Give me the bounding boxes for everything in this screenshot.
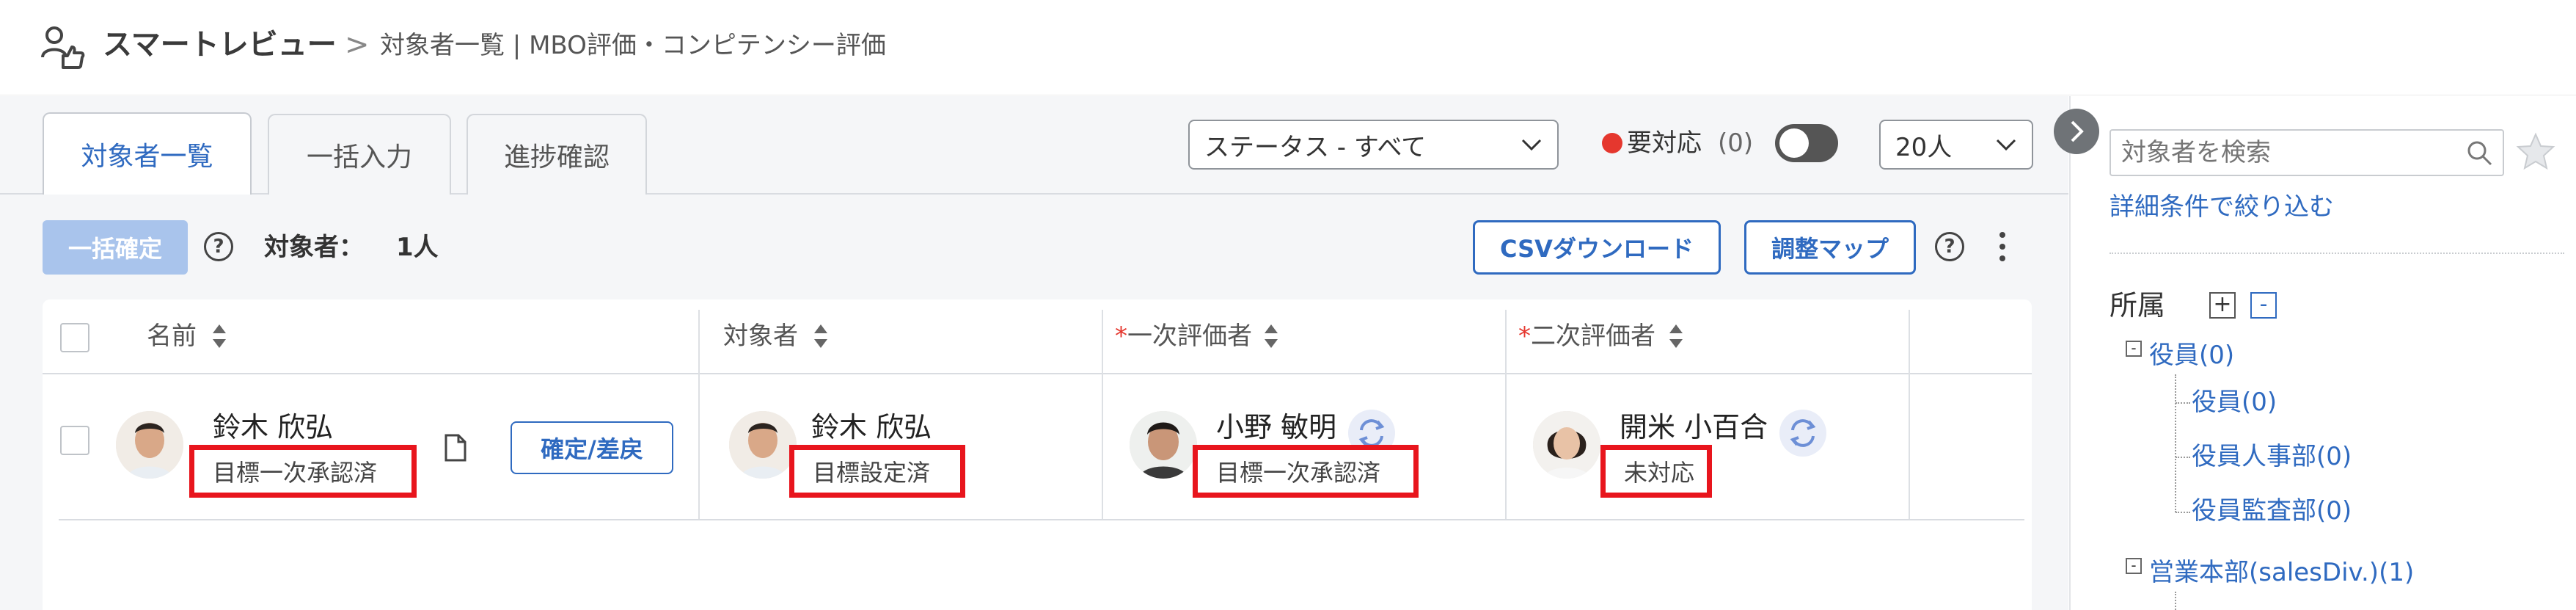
select-all-checkbox[interactable] [60, 323, 89, 352]
tab-label: 対象者一覧 [81, 142, 213, 172]
swap-evaluator-icon[interactable] [1779, 410, 1826, 457]
page-size-select[interactable]: 20人 [1879, 120, 2033, 170]
sort-icon[interactable] [1263, 322, 1279, 351]
expand-all-button[interactable]: + [2209, 292, 2236, 319]
panel-divider [2110, 253, 2564, 254]
column-divider [1102, 310, 1103, 520]
affiliation-label: 所属 [2110, 289, 2166, 322]
column-divider [1909, 310, 1910, 520]
target-search-input[interactable] [2110, 129, 2504, 176]
column-header-label: 二次評価者 [1531, 322, 1655, 351]
breadcrumb-separator: > [345, 28, 370, 62]
collapse-all-button[interactable]: - [2250, 292, 2277, 319]
detail-filter-link[interactable]: 詳細条件で絞り込む [2110, 189, 2334, 225]
favorite-star-icon[interactable] [2514, 131, 2557, 173]
breadcrumb-current-page: 対象者一覧 | MBO評価・コンピテンシー評価 [380, 31, 886, 60]
tree-connector [2176, 402, 2190, 404]
needs-action-count: (0) [1718, 128, 1754, 158]
toggle-knob [1779, 128, 1809, 158]
tree-connector [2175, 374, 2176, 512]
tree-connector [2175, 592, 2176, 610]
tree-toggle[interactable]: - [2126, 341, 2142, 357]
sort-icon[interactable] [813, 322, 829, 351]
row-divider [59, 519, 2024, 520]
tree-toggle[interactable]: - [2126, 558, 2142, 574]
name-status-badge: 目標一次承認済 [189, 445, 417, 498]
column-header-first-evaluator[interactable]: *一次評価者 [1115, 319, 1252, 354]
avatar [1130, 411, 1197, 479]
column-header-second-evaluator[interactable]: *二次評価者 [1518, 319, 1655, 354]
target-status-badge: 目標設定済 [789, 445, 965, 498]
sort-icon[interactable] [211, 322, 227, 351]
help-icon[interactable]: ? [1935, 232, 1964, 261]
adjust-map-button[interactable]: 調整マップ [1744, 220, 1916, 275]
app-title[interactable]: スマートレビュー [103, 25, 337, 65]
smart-review-logo-icon [38, 22, 89, 73]
tree-node-sales-division[interactable]: 営業本部(salesDiv.)(1) [2149, 555, 2414, 590]
help-icon[interactable]: ? [204, 232, 233, 261]
chevron-right-icon [2071, 120, 2084, 142]
required-mark: * [1518, 322, 1531, 351]
avatar [729, 411, 797, 479]
column-header-target[interactable]: 対象者 [723, 319, 798, 354]
tree-node-executive-hr[interactable]: 役員人事部(0) [2192, 439, 2352, 474]
collapse-panel-button[interactable] [2054, 109, 2099, 154]
second-evaluator-status-badge: 未対応 [1600, 445, 1712, 498]
avatar [1533, 411, 1600, 479]
second-evaluator-name[interactable]: 開米 小百合 [1620, 408, 1768, 446]
required-mark: * [1115, 322, 1127, 351]
tab-label: 進捗確認 [503, 142, 610, 173]
chevron-down-icon [1521, 139, 1542, 151]
page-size-value: 20人 [1895, 132, 1953, 162]
chevron-down-icon [1996, 139, 2016, 151]
tree-connector [2176, 512, 2190, 513]
avatar [116, 411, 183, 479]
document-icon[interactable] [443, 433, 468, 462]
tree-node-executive[interactable]: 役員(0) [2192, 385, 2277, 420]
tab-bulk-input[interactable]: 一括入力 [268, 114, 451, 195]
needs-action-dot-icon [1602, 133, 1622, 153]
column-divider [698, 310, 700, 520]
status-filter-value: ステータス - すべて [1204, 132, 1427, 162]
column-header-label: 一次評価者 [1127, 322, 1252, 351]
tree-node-executive-audit[interactable]: 役員監査部(0) [2192, 493, 2352, 529]
target-name[interactable]: 鈴木 欣弘 [811, 408, 932, 446]
target-count-value: 1人 [396, 233, 439, 262]
tree-node-executives[interactable]: 役員(0) [2149, 338, 2234, 373]
row-checkbox[interactable] [60, 426, 89, 455]
status-filter-select[interactable]: ステータス - すべて [1188, 120, 1559, 170]
column-header-name[interactable]: 名前 [147, 319, 197, 354]
more-menu-icon[interactable] [1995, 229, 2010, 264]
column-divider [1505, 310, 1507, 520]
table-header [43, 299, 2032, 374]
needs-action-label: 要対応 [1627, 128, 1702, 158]
target-count-label: 対象者： [264, 233, 364, 262]
csv-download-button[interactable]: CSVダウンロード [1473, 220, 1721, 275]
bulk-confirm-button[interactable]: 一括確定 [43, 220, 188, 275]
tab-progress-check[interactable]: 進捗確認 [466, 114, 647, 195]
sort-icon[interactable] [1668, 322, 1684, 351]
first-evaluator-name[interactable]: 小野 敏明 [1216, 408, 1336, 446]
search-icon[interactable] [2465, 138, 2494, 167]
tab-target-list[interactable]: 対象者一覧 [43, 112, 252, 195]
first-evaluator-status-badge: 目標一次承認済 [1193, 445, 1419, 498]
tab-label: 一括入力 [306, 142, 412, 173]
employee-name[interactable]: 鈴木 欣弘 [213, 408, 333, 446]
confirm-return-button[interactable]: 確定/差戻 [511, 421, 673, 474]
tree-connector [2176, 457, 2190, 458]
